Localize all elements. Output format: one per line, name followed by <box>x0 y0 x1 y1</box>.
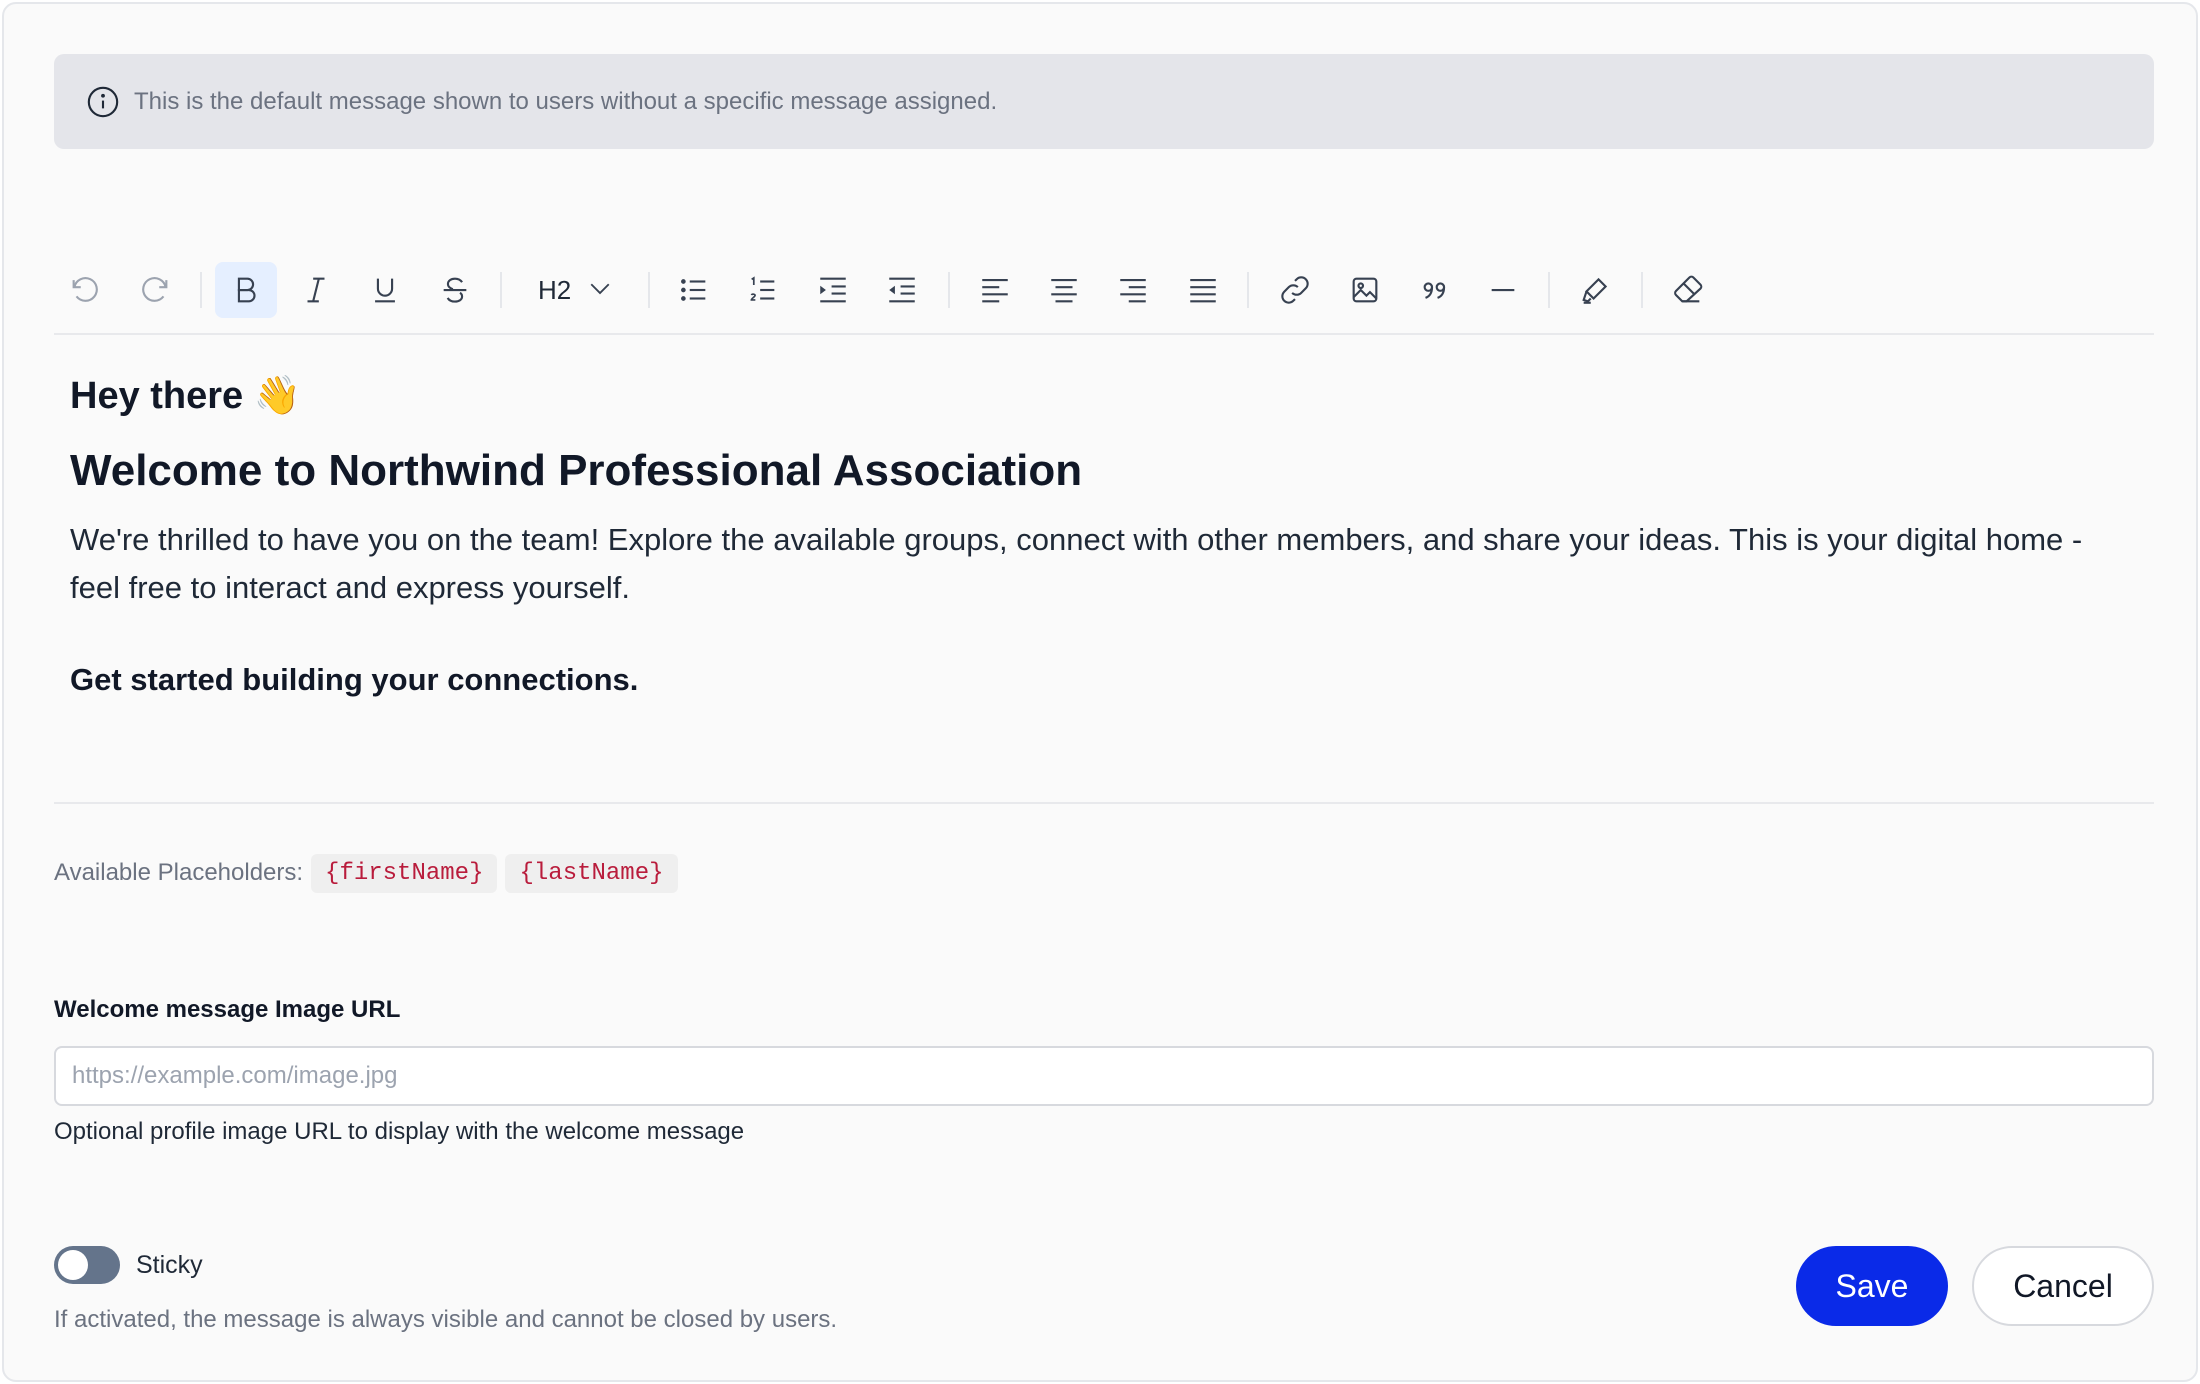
align-center-icon[interactable] <box>1033 262 1095 318</box>
indent-icon[interactable] <box>802 262 864 318</box>
sticky-help: If activated, the message is always visi… <box>54 1306 838 1333</box>
bullet-list-icon[interactable] <box>663 262 725 318</box>
placeholders-label: Available Placeholders: <box>54 859 304 886</box>
info-icon <box>86 85 120 119</box>
image-url-help: Optional profile image URL to display wi… <box>54 1118 745 1145</box>
editor-greeting: Hey there 👋 <box>70 375 302 417</box>
italic-icon[interactable] <box>285 262 347 318</box>
horizontal-rule-icon[interactable] <box>1472 262 1534 318</box>
link-icon[interactable] <box>1264 262 1326 318</box>
available-placeholders: Available Placeholders: {firstName} {las… <box>54 852 686 894</box>
eraser-icon[interactable] <box>1657 262 1719 318</box>
image-url-label: Welcome message Image URL <box>54 996 401 1023</box>
sticky-toggle[interactable] <box>54 1246 120 1284</box>
sticky-label: Sticky <box>136 1250 203 1279</box>
strikethrough-icon[interactable] <box>424 262 486 318</box>
image-icon[interactable] <box>1334 262 1396 318</box>
ordered-list-icon[interactable] <box>732 262 794 318</box>
heading-level-value: H2 <box>538 274 572 305</box>
info-banner: This is the default message shown to use… <box>54 54 2154 149</box>
toolbar-divider <box>1641 272 1643 308</box>
placeholder-chip-firstname[interactable]: {firstName} <box>311 853 498 893</box>
outdent-icon[interactable] <box>871 262 933 318</box>
placeholder-chip-lastname[interactable]: {lastName} <box>505 853 678 893</box>
undo-icon[interactable] <box>54 262 116 318</box>
toggle-knob <box>58 1250 88 1280</box>
editor-paragraph: We're thrilled to have you on the team! … <box>70 522 2083 605</box>
info-banner-text: This is the default message shown to use… <box>134 87 998 115</box>
align-justify-icon[interactable] <box>1172 262 1234 318</box>
highlighter-icon[interactable] <box>1564 262 1626 318</box>
image-url-input[interactable] <box>54 1046 2154 1106</box>
redo-icon[interactable] <box>124 262 186 318</box>
toolbar-divider <box>1548 272 1550 308</box>
cancel-button[interactable]: Cancel <box>1972 1246 2154 1326</box>
toolbar-divider <box>200 272 202 308</box>
rich-text-editor[interactable]: Hey there 👋 Welcome to Northwind Profess… <box>54 344 2154 804</box>
align-right-icon[interactable] <box>1102 262 1164 318</box>
editor-toolbar: H2 <box>54 259 2154 335</box>
toolbar-divider <box>948 272 950 308</box>
editor-title: Welcome to Northwind Professional Associ… <box>70 446 1083 495</box>
sticky-toggle-row: Sticky <box>54 1246 203 1284</box>
toolbar-divider <box>648 272 650 308</box>
align-left-icon[interactable] <box>964 262 1026 318</box>
toolbar-divider <box>500 272 502 308</box>
underline-icon[interactable] <box>354 262 416 318</box>
save-button[interactable]: Save <box>1796 1246 1948 1326</box>
toolbar-divider <box>1247 272 1249 308</box>
bold-icon[interactable] <box>215 262 277 318</box>
welcome-message-editor-panel: This is the default message shown to use… <box>2 2 2198 1382</box>
quote-icon[interactable] <box>1403 262 1465 318</box>
editor-cta: Get started building your connections. <box>70 662 639 697</box>
chevron-down-icon <box>585 273 615 308</box>
